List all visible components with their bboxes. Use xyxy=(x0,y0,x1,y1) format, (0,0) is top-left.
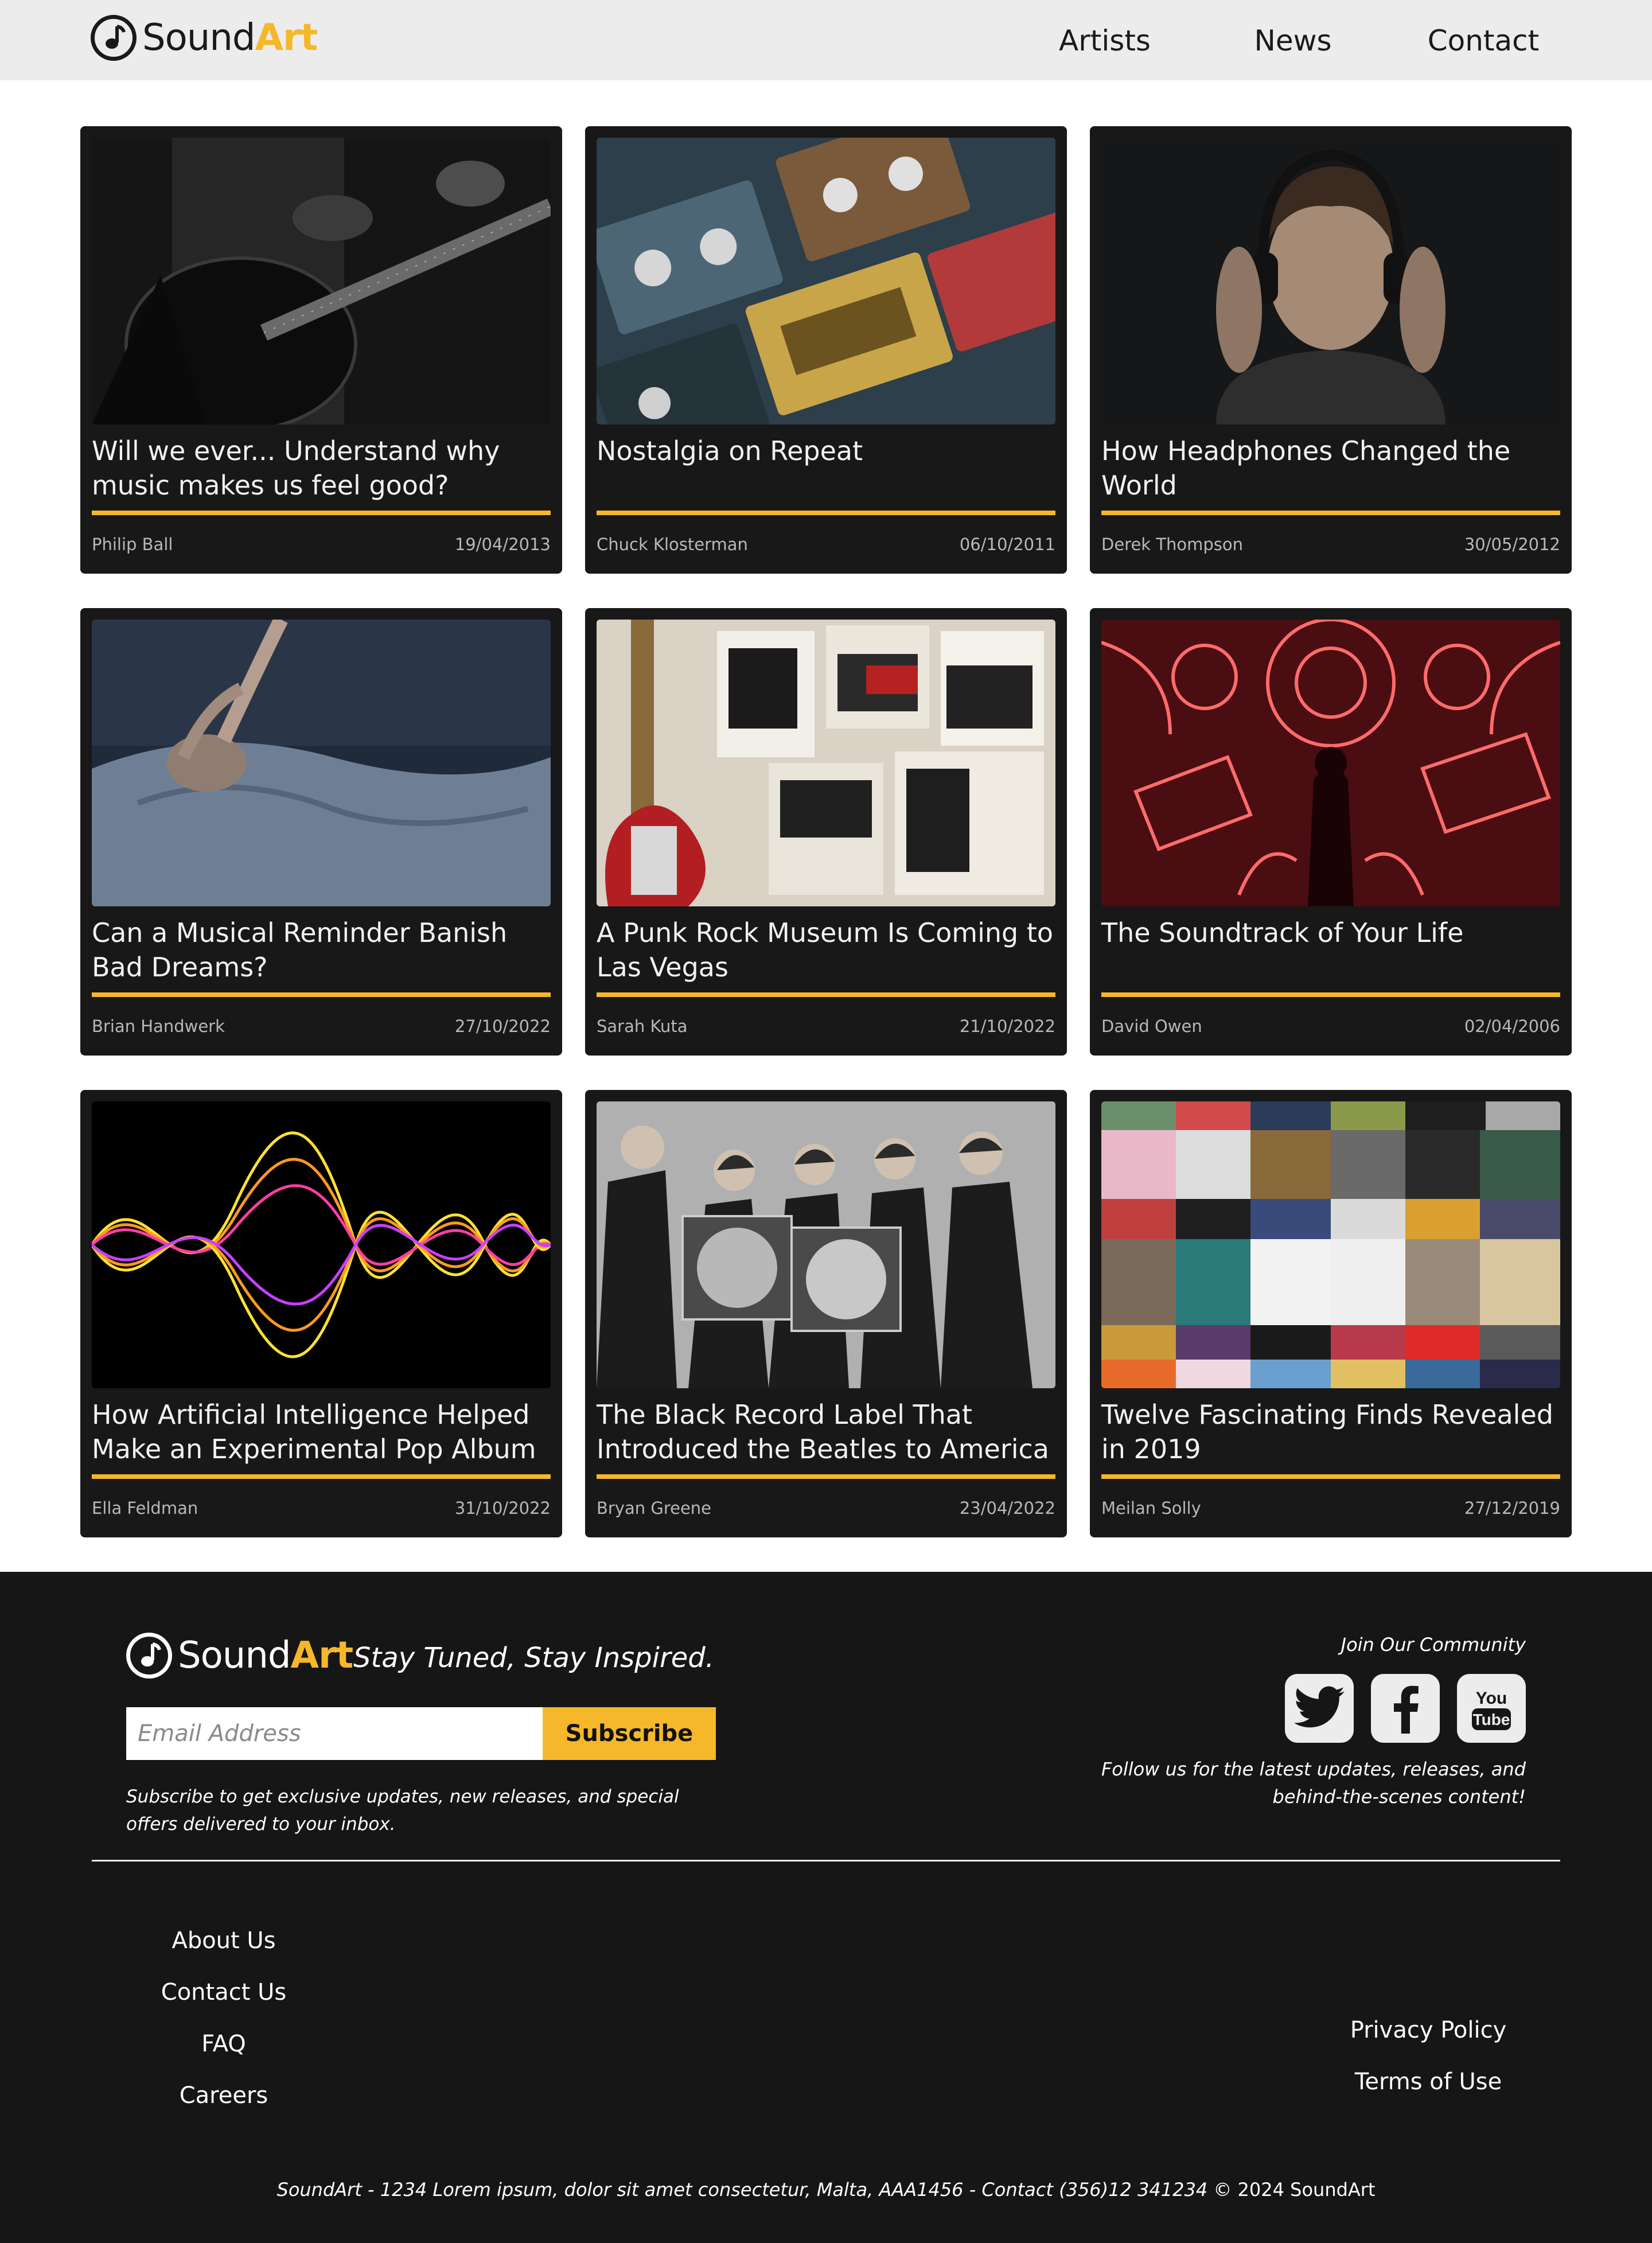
nav-news[interactable]: News xyxy=(1254,24,1331,57)
article-date: 21/10/2022 xyxy=(959,1017,1055,1036)
site-footer: SoundArt Stay Tuned, Stay Inspired. Subs… xyxy=(0,1572,1652,2243)
article-title[interactable]: Twelve Fascinating Finds Revealed in 201… xyxy=(1101,1397,1560,1466)
article-title[interactable]: A Punk Rock Museum Is Coming to Las Vega… xyxy=(597,916,1055,984)
site-header: SoundArt Artists News Contact xyxy=(0,0,1652,80)
site-logo[interactable]: SoundArt xyxy=(91,15,318,61)
neon-instruments-illustration xyxy=(1101,620,1560,906)
logo-wordmark: SoundArt xyxy=(142,15,318,61)
article-date: 19/04/2013 xyxy=(454,535,551,554)
article-date: 31/10/2022 xyxy=(454,1498,551,1518)
punk-posters-bass-photo xyxy=(597,620,1055,906)
logo-word-sound: Sound xyxy=(142,17,256,59)
join-community-label: Join Our Community xyxy=(1341,1634,1526,1656)
article-author: Brian Handwerk xyxy=(92,1017,225,1036)
article-author: Chuck Klosterman xyxy=(597,535,748,554)
subscribe-note: Subscribe to get exclusive updates, new … xyxy=(126,1786,679,1835)
article-author: Bryan Greene xyxy=(597,1498,712,1518)
band-with-records-photo xyxy=(597,1101,1055,1388)
footer-address: SoundArt - 1234 Lorem ipsum, dolor sit a… xyxy=(0,2179,1652,2201)
article-date: 27/10/2022 xyxy=(454,1017,551,1036)
article-title[interactable]: Can a Musical Reminder Banish Bad Dreams… xyxy=(92,916,551,984)
accent-rule xyxy=(1101,1474,1560,1479)
footer-link-about[interactable]: About Us xyxy=(172,1927,275,1954)
youtube-tube-text: Tube xyxy=(1473,1711,1510,1728)
youtube-you-text: You xyxy=(1476,1689,1507,1708)
accent-rule xyxy=(597,992,1055,997)
article-author: Philip Ball xyxy=(92,535,173,554)
article-author: Sarah Kuta xyxy=(597,1017,688,1036)
article-author: Ella Feldman xyxy=(92,1498,198,1518)
article-card[interactable]: How Artificial Intelligence Helped Make … xyxy=(80,1090,562,1537)
accent-rule xyxy=(1101,992,1560,997)
music-note-icon xyxy=(91,15,137,61)
man-with-headphones-photo xyxy=(1101,138,1560,425)
nav-contact[interactable]: Contact xyxy=(1428,24,1540,57)
footer-link-contact[interactable]: Contact Us xyxy=(161,1979,286,2006)
logo-word-art: Art xyxy=(290,1634,354,1677)
article-card[interactable]: Can a Musical Reminder Banish Bad Dreams… xyxy=(80,608,562,1056)
article-card[interactable]: The Black Record Label That Introduced t… xyxy=(585,1090,1067,1537)
accent-rule xyxy=(92,511,551,515)
article-author: David Owen xyxy=(1101,1017,1202,1036)
article-title[interactable]: The Black Record Label That Introduced t… xyxy=(597,1397,1055,1466)
footer-link-privacy[interactable]: Privacy Policy xyxy=(1350,2017,1507,2043)
email-field[interactable] xyxy=(126,1707,543,1760)
accent-rule xyxy=(597,1474,1055,1479)
article-title[interactable]: The Soundtrack of Your Life xyxy=(1101,916,1560,950)
article-card[interactable]: Will we ever... Understand why music mak… xyxy=(80,126,562,574)
footer-link-careers[interactable]: Careers xyxy=(180,2082,268,2109)
article-title[interactable]: How Artificial Intelligence Helped Make … xyxy=(92,1397,551,1466)
guitarist-photo xyxy=(92,138,551,425)
accent-rule xyxy=(92,992,551,997)
article-title[interactable]: Nostalgia on Repeat xyxy=(597,434,1055,468)
article-card[interactable]: Twelve Fascinating Finds Revealed in 201… xyxy=(1090,1090,1572,1537)
article-card[interactable]: A Punk Rock Museum Is Coming to Las Vega… xyxy=(585,608,1067,1056)
music-note-icon xyxy=(126,1633,172,1679)
footer-divider xyxy=(92,1860,1560,1862)
social-links: You Tube xyxy=(1285,1674,1526,1743)
article-date: 02/04/2006 xyxy=(1464,1017,1560,1036)
footer-link-faq[interactable]: FAQ xyxy=(201,2031,246,2057)
facebook-icon[interactable] xyxy=(1371,1674,1440,1743)
logo-word-art: Art xyxy=(255,17,318,59)
article-card[interactable]: How Headphones Changed the World Derek T… xyxy=(1090,126,1572,574)
follow-note: Follow us for the latest updates, releas… xyxy=(1101,1758,1526,1808)
copyright-text: © 2024 SoundArt xyxy=(1213,2179,1376,2201)
youtube-icon[interactable]: You Tube xyxy=(1457,1674,1526,1743)
accent-rule xyxy=(597,511,1055,515)
footer-logo[interactable]: SoundArt xyxy=(126,1633,353,1679)
article-date: 23/04/2022 xyxy=(959,1498,1055,1518)
article-title[interactable]: Will we ever... Understand why music mak… xyxy=(92,434,551,503)
article-date: 06/10/2011 xyxy=(959,535,1055,554)
article-date: 30/05/2012 xyxy=(1464,535,1560,554)
accent-rule xyxy=(1101,511,1560,515)
album-covers-collage xyxy=(1101,1101,1560,1388)
subscribe-button[interactable]: Subscribe xyxy=(543,1707,716,1760)
footer-tagline: Stay Tuned, Stay Inspired. xyxy=(353,1642,714,1674)
footer-link-terms[interactable]: Terms of Use xyxy=(1355,2069,1502,2095)
twitter-icon[interactable] xyxy=(1285,1674,1354,1743)
article-author: Derek Thompson xyxy=(1101,535,1244,554)
article-title[interactable]: How Headphones Changed the World xyxy=(1101,434,1560,503)
accent-rule xyxy=(92,1474,551,1479)
article-card[interactable]: The Soundtrack of Your Life David Owen 0… xyxy=(1090,608,1572,1056)
cassette-tapes-photo xyxy=(597,138,1055,425)
logo-word-sound: Sound xyxy=(178,1634,291,1677)
person-in-bed-photo xyxy=(92,620,551,906)
article-author: Meilan Solly xyxy=(1101,1498,1201,1518)
neon-sound-wave-illustration xyxy=(92,1101,551,1388)
nav-artists[interactable]: Artists xyxy=(1059,24,1151,57)
article-date: 27/12/2019 xyxy=(1464,1498,1560,1518)
address-text: SoundArt - 1234 Lorem ipsum, dolor sit a… xyxy=(276,2179,1208,2201)
article-card[interactable]: Nostalgia on Repeat Chuck Klosterman 06/… xyxy=(585,126,1067,574)
logo-wordmark: SoundArt xyxy=(178,1633,353,1679)
